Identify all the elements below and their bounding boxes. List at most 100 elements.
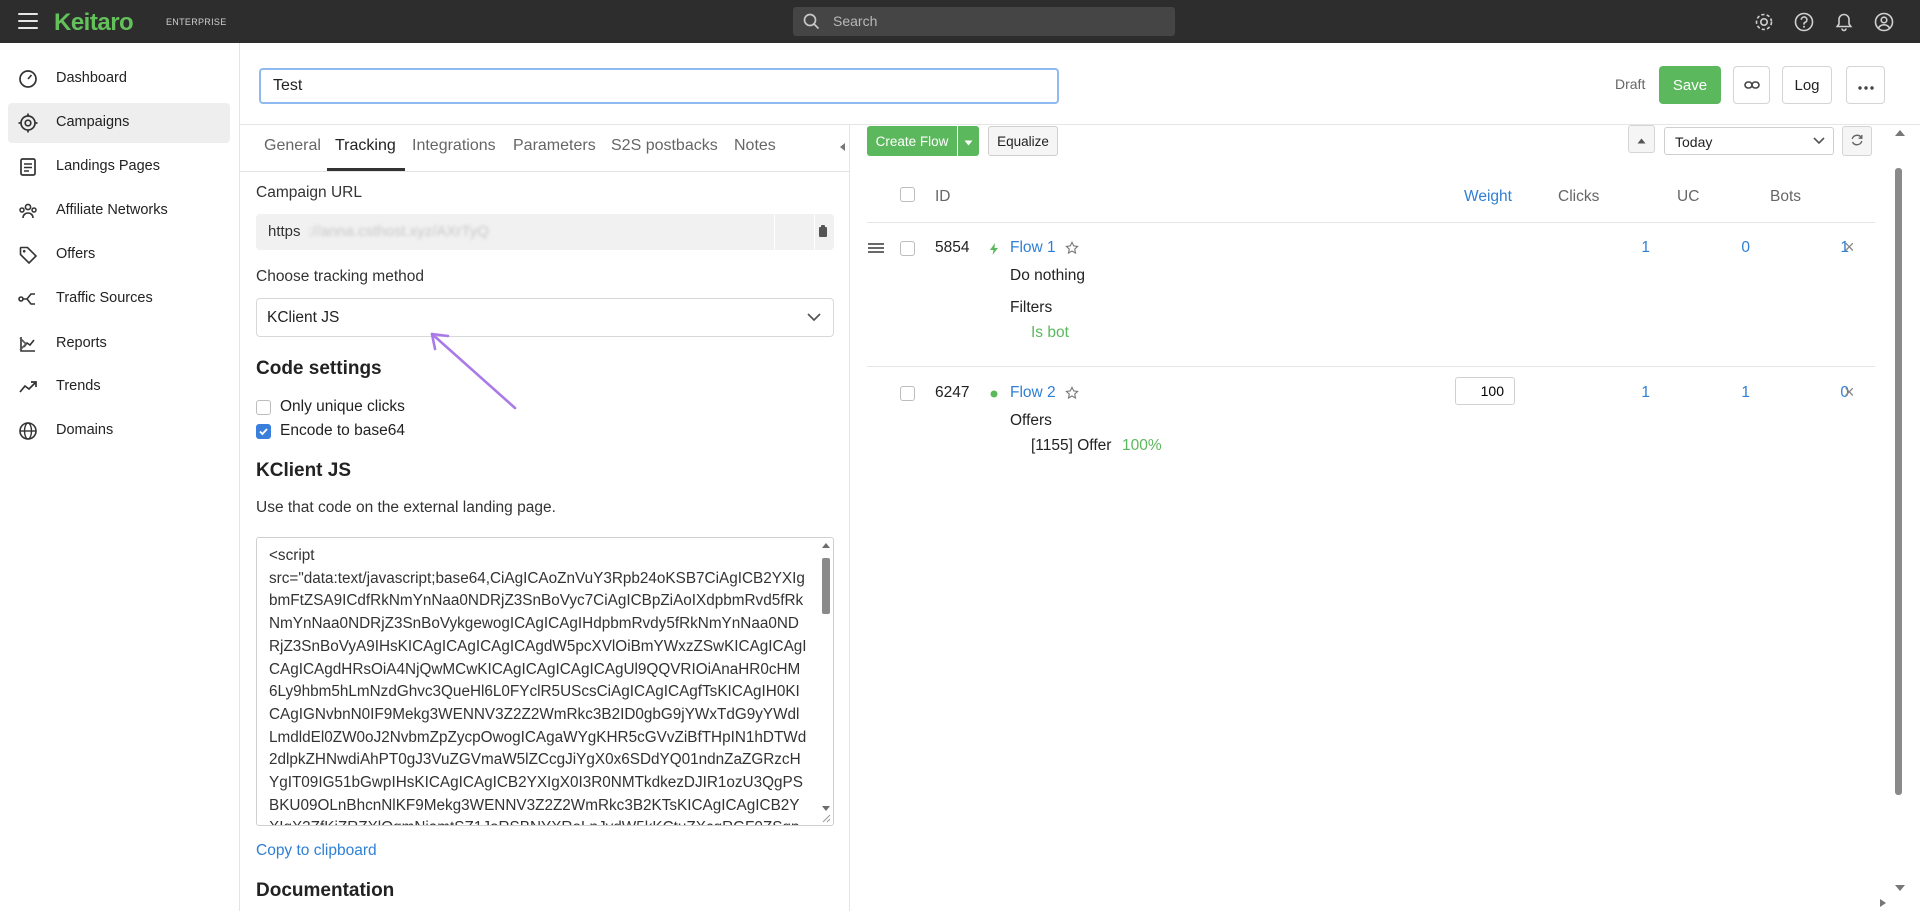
drag-handle-icon[interactable] [867, 242, 885, 254]
gear-icon[interactable] [1753, 11, 1775, 33]
globe-icon [19, 422, 37, 440]
row-checkbox[interactable] [900, 241, 915, 256]
help-icon[interactable] [1793, 11, 1815, 33]
sidebar-item-landings[interactable]: Landings Pages [8, 147, 230, 187]
refresh-icon [1851, 134, 1863, 145]
link-icon [1743, 80, 1760, 89]
link-button[interactable] [1733, 66, 1770, 104]
collapse-up-button[interactable] [1628, 125, 1655, 153]
scroll-up-icon [822, 543, 830, 548]
tab-integrations[interactable]: Integrations [412, 137, 496, 155]
kclient-title: KClient JS [256, 460, 352, 481]
column-id[interactable]: ID [935, 188, 951, 206]
tab-notes[interactable]: Notes [734, 137, 776, 155]
flow-clicks: 1 [1641, 239, 1650, 256]
checkbox-label: Encode to base64 [280, 422, 405, 439]
sidebar-item-domains[interactable]: Domains [8, 411, 230, 451]
page-scroll-thumb[interactable] [1895, 168, 1902, 795]
flow-name-link[interactable]: Flow 1 [1010, 239, 1056, 257]
column-clicks[interactable]: Clicks [1558, 188, 1599, 206]
sidebar-item-traffic-sources[interactable]: Traffic Sources [8, 279, 230, 319]
sidebar-item-label: Reports [56, 335, 107, 351]
tab-tracking[interactable]: Tracking [335, 137, 396, 155]
refresh-button[interactable] [1842, 126, 1872, 156]
only-unique-checkbox[interactable]: Only unique clicks [256, 397, 436, 417]
search-input[interactable]: Search [793, 7, 1175, 36]
url-protocol: https [268, 223, 301, 240]
top-bar: Keitaro ENTERPRISE Search [0, 0, 1920, 43]
create-flow-button[interactable]: Create Flow [867, 126, 957, 156]
checkbox[interactable] [256, 400, 271, 415]
sidebar-item-campaigns[interactable]: Campaigns [8, 103, 230, 143]
star-icon[interactable] [1065, 386, 1079, 400]
campaign-url-label: Campaign URL [256, 184, 362, 201]
flow-id: 5854 [935, 239, 970, 256]
sidebar-item-label: Affiliate Networks [56, 202, 168, 218]
tab-s2s-postbacks[interactable]: S2S postbacks [611, 137, 718, 155]
horizontal-scrollbar[interactable] [851, 896, 1891, 910]
sidebar-item-affiliate-networks[interactable]: Affiliate Networks [8, 191, 230, 231]
documentation-title: Documentation [256, 880, 395, 901]
flow-name-link[interactable]: Flow 2 [1010, 384, 1056, 402]
target-icon [18, 113, 38, 133]
offer-share: 100% [1122, 437, 1162, 454]
row-checkbox[interactable] [900, 386, 915, 401]
tracking-method-select[interactable]: KClient JS [256, 298, 834, 337]
sidebar-item-trends[interactable]: Trends [8, 367, 230, 407]
save-button[interactable]: Save [1659, 66, 1721, 104]
equalize-button[interactable]: Equalize [988, 126, 1058, 156]
copy-icon[interactable] [818, 224, 828, 238]
copy-to-clipboard-link[interactable]: Copy to clipboard [256, 842, 377, 860]
sidebar-item-dashboard[interactable]: Dashboard [8, 59, 230, 99]
tab-general[interactable]: General [264, 137, 321, 155]
chevron-right-icon [19, 337, 28, 351]
sidebar-item-label: Traffic Sources [56, 290, 153, 306]
checkbox[interactable] [256, 424, 271, 439]
code-scroll-thumb[interactable] [822, 558, 830, 614]
sidebar-item-label: Trends [56, 378, 101, 394]
delete-flow-icon[interactable]: × [1844, 237, 1855, 258]
star-icon[interactable] [1065, 241, 1079, 255]
delete-flow-icon[interactable]: × [1844, 382, 1855, 403]
log-button[interactable]: Log [1782, 66, 1832, 104]
caret-up-icon [1637, 138, 1646, 143]
flow-uc: 0 [1741, 239, 1750, 256]
checkbox-label: Only unique clicks [280, 398, 405, 415]
sidebar-item-label: Dashboard [56, 70, 127, 86]
header-separator [867, 222, 1875, 223]
encode-base64-checkbox[interactable]: Encode to base64 [256, 421, 436, 441]
column-uc[interactable]: UC [1677, 188, 1699, 206]
chevron-down-icon [807, 313, 821, 322]
flow-uc: 1 [1741, 384, 1750, 401]
sidebar-item-reports[interactable]: Reports [8, 324, 230, 364]
sidebar-item-label: Campaigns [56, 114, 130, 130]
flows-panel: Create Flow Equalize Today ID Weight Cli… [851, 124, 1920, 911]
more-options-button[interactable] [1846, 66, 1885, 104]
lightning-icon [990, 243, 998, 255]
user-account-icon[interactable] [1873, 11, 1895, 33]
resize-handle-icon[interactable] [821, 813, 831, 823]
flow-weight-input[interactable] [1455, 377, 1515, 405]
bell-icon[interactable] [1833, 11, 1855, 33]
create-flow-dropdown-button[interactable] [958, 126, 979, 156]
tab-parameters[interactable]: Parameters [513, 137, 596, 155]
column-weight[interactable]: Weight [1464, 188, 1512, 206]
sidebar-item-offers[interactable]: Offers [8, 235, 230, 275]
status-dot-icon [990, 390, 998, 398]
scroll-up-icon [1895, 130, 1905, 136]
period-select[interactable]: Today [1664, 127, 1834, 155]
kclient-code-textarea[interactable]: <script src="data:text/javascript;base64… [256, 537, 834, 826]
sidebar-item-label: Offers [56, 246, 96, 262]
row-separator [867, 366, 1875, 367]
collapse-panel-icon[interactable] [838, 142, 846, 152]
offers-label: Offers [1010, 412, 1052, 429]
sidebar-item-label: Landings Pages [56, 158, 160, 174]
menu-icon[interactable] [18, 13, 38, 29]
column-bots[interactable]: Bots [1770, 188, 1801, 206]
caret-down-icon [964, 140, 973, 145]
app-logo[interactable]: Keitaro [54, 9, 134, 37]
select-all-checkbox[interactable] [900, 187, 915, 202]
tag-icon [19, 246, 38, 265]
campaign-name-input[interactable] [259, 68, 1059, 104]
campaign-url-field[interactable]: https ://anna.csthost.xyz/AXrTyQ [256, 214, 834, 250]
